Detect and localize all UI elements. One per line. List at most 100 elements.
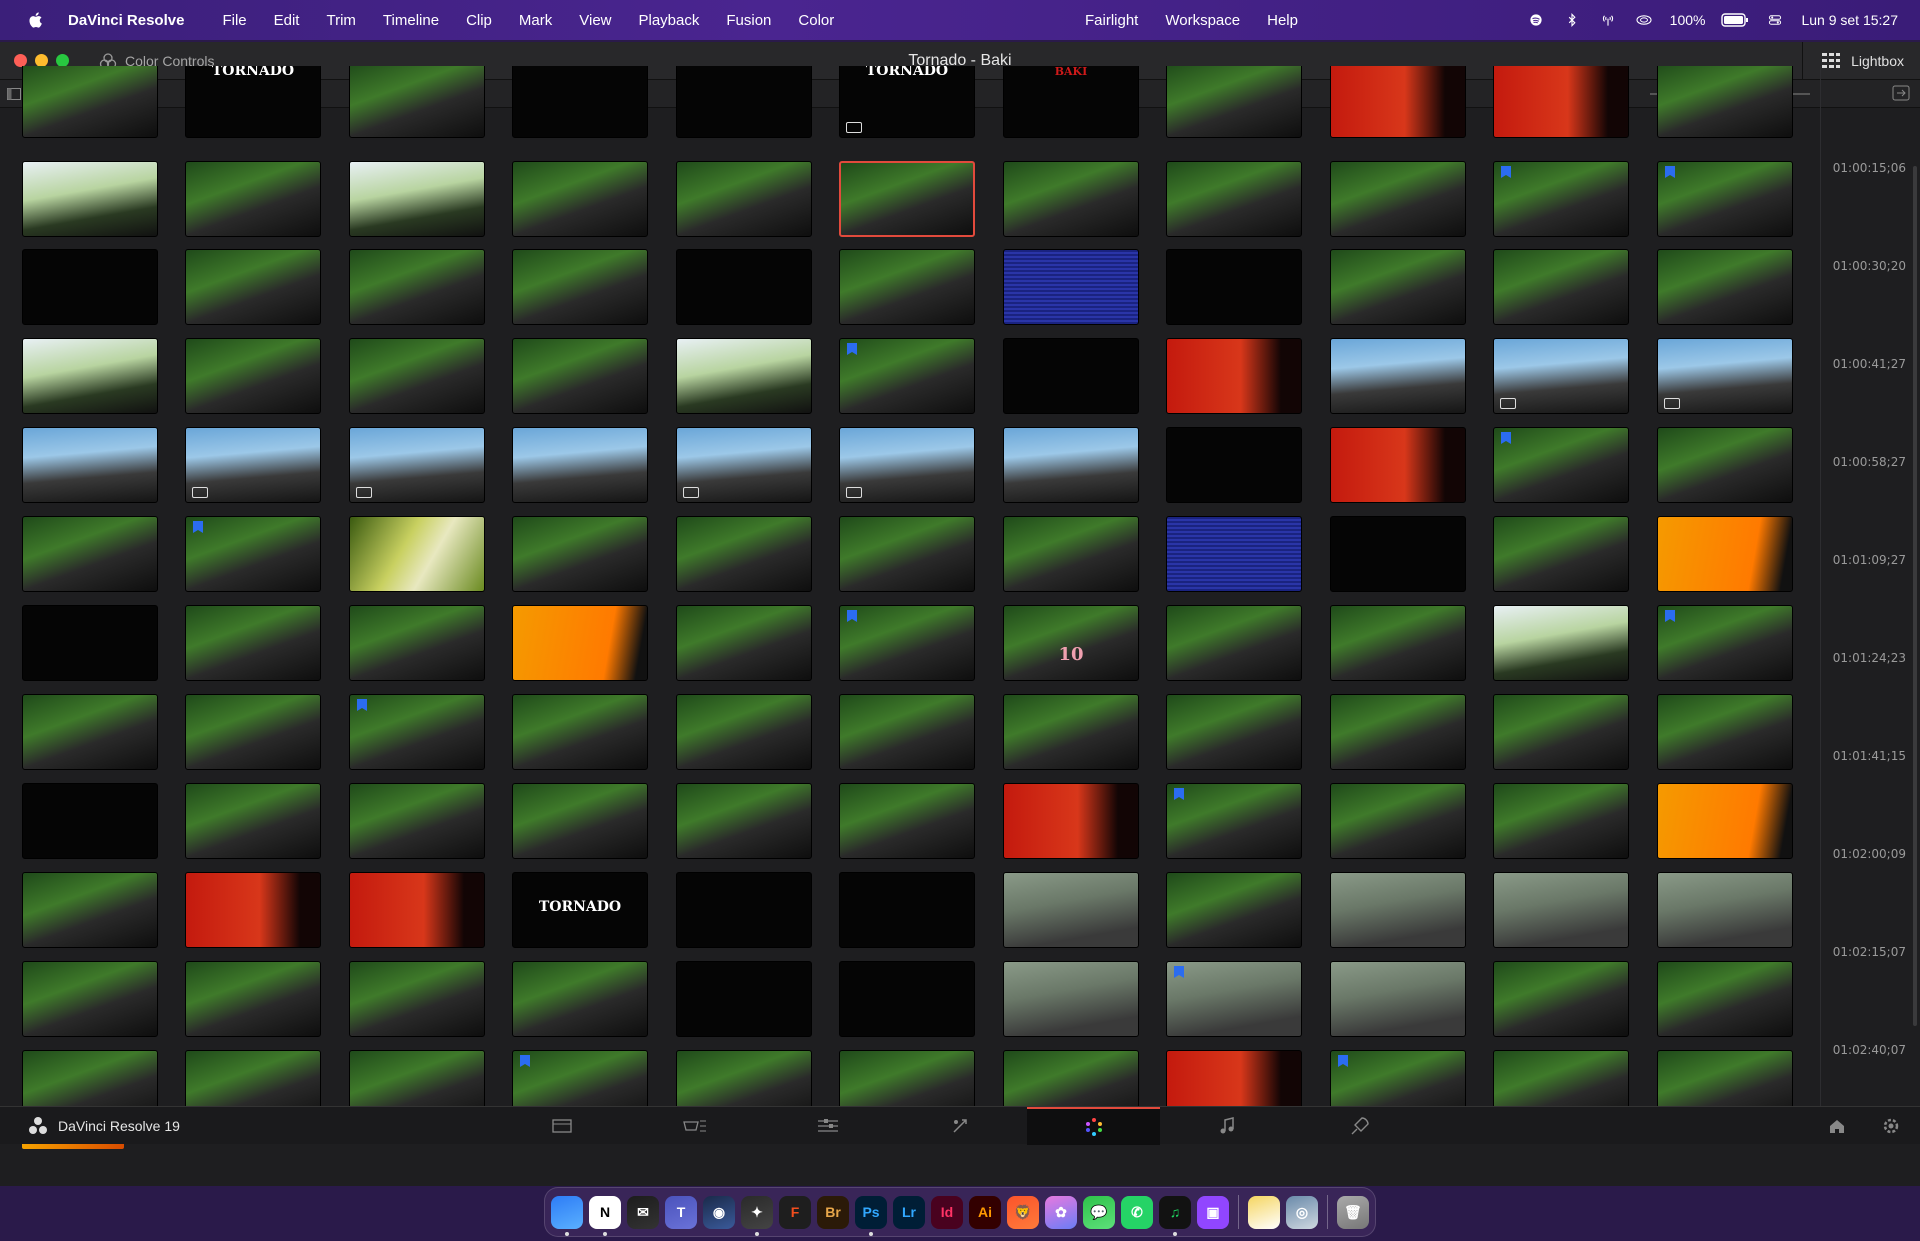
clip-thumbnail[interactable] xyxy=(839,516,975,592)
clip-thumbnail[interactable] xyxy=(676,961,812,1037)
clip-thumbnail[interactable] xyxy=(1330,161,1466,237)
clip-thumbnail[interactable] xyxy=(1657,338,1793,414)
dock-icon-app[interactable]: ✿ xyxy=(1045,1195,1077,1229)
control-center-icon[interactable] xyxy=(1765,13,1785,27)
menu-app-name[interactable]: DaVinci Resolve xyxy=(68,12,184,29)
clip-thumbnail[interactable] xyxy=(185,338,321,414)
clip-thumbnail[interactable] xyxy=(185,1050,321,1106)
dock-icon-whatsapp[interactable]: ✆ xyxy=(1121,1195,1153,1229)
clip-thumbnail[interactable] xyxy=(349,694,485,770)
clip-thumbnail[interactable] xyxy=(185,605,321,681)
dock-icon-br[interactable]: Br xyxy=(817,1195,849,1229)
clip-thumbnail[interactable] xyxy=(1657,249,1793,325)
menu-fairlight[interactable]: Fairlight xyxy=(1085,12,1138,29)
clip-thumbnail[interactable] xyxy=(1657,66,1793,138)
vertical-scrollbar[interactable] xyxy=(1913,166,1917,1026)
clip-thumbnail[interactable] xyxy=(676,249,812,325)
clip-thumbnail[interactable] xyxy=(1330,694,1466,770)
dock-icon-mail[interactable]: ✉ xyxy=(627,1195,659,1229)
clip-thumbnail[interactable] xyxy=(22,66,158,138)
clip-thumbnail[interactable] xyxy=(1493,161,1629,237)
cloud-sync-icon[interactable] xyxy=(1634,13,1654,27)
dock-icon-id[interactable]: Id xyxy=(931,1195,963,1229)
clip-thumbnail[interactable] xyxy=(22,783,158,859)
clip-thumbnail[interactable] xyxy=(1657,961,1793,1037)
menu-mark[interactable]: Mark xyxy=(519,12,552,29)
clip-thumbnail[interactable] xyxy=(676,605,812,681)
clip-thumbnail[interactable] xyxy=(1003,338,1139,414)
clip-thumbnail[interactable] xyxy=(839,161,975,237)
clip-thumbnail[interactable] xyxy=(1166,783,1302,859)
tab-edit[interactable] xyxy=(761,1107,894,1145)
dock-icon-notion[interactable]: N xyxy=(589,1195,621,1236)
battery-icon[interactable] xyxy=(1721,13,1749,27)
clip-thumbnail[interactable] xyxy=(839,1050,975,1106)
clip-thumbnail[interactable] xyxy=(1493,605,1629,681)
dock-icon-ps[interactable]: Ps xyxy=(855,1195,887,1236)
clip-thumbnail[interactable] xyxy=(22,161,158,237)
menu-view[interactable]: View xyxy=(579,12,611,29)
clip-thumbnail[interactable] xyxy=(349,1050,485,1106)
clip-thumbnail[interactable] xyxy=(1003,1050,1139,1106)
clip-thumbnail[interactable] xyxy=(22,961,158,1037)
clip-thumbnail[interactable] xyxy=(1330,872,1466,948)
dock-icon-ai[interactable]: Ai xyxy=(969,1195,1001,1229)
clip-thumbnail[interactable] xyxy=(1166,961,1302,1037)
clock[interactable]: Lun 9 set 15:27 xyxy=(1801,12,1898,28)
clip-thumbnail[interactable] xyxy=(1003,783,1139,859)
clip-thumbnail[interactable] xyxy=(1330,783,1466,859)
dock-icon-teams[interactable]: T xyxy=(665,1195,697,1229)
clip-thumbnail[interactable] xyxy=(512,338,648,414)
clip-thumbnail[interactable] xyxy=(349,516,485,592)
clip-thumbnail[interactable] xyxy=(22,605,158,681)
dock-icon-lr[interactable]: Lr xyxy=(893,1195,925,1229)
clip-thumbnail[interactable] xyxy=(349,872,485,948)
clip-thumbnail[interactable] xyxy=(839,427,975,503)
menu-clip[interactable]: Clip xyxy=(466,12,492,29)
clip-thumbnail[interactable] xyxy=(676,516,812,592)
clip-thumbnail[interactable] xyxy=(1657,427,1793,503)
clip-thumbnail[interactable] xyxy=(839,338,975,414)
clip-thumbnail[interactable] xyxy=(839,783,975,859)
clip-thumbnail[interactable] xyxy=(1493,516,1629,592)
clip-thumbnail[interactable] xyxy=(676,783,812,859)
dock-icon-messages[interactable]: 💬 xyxy=(1083,1195,1115,1229)
clip-thumbnail[interactable] xyxy=(22,1050,158,1106)
clip-thumbnail[interactable] xyxy=(676,694,812,770)
clip-thumbnail[interactable] xyxy=(185,161,321,237)
clip-thumbnail[interactable] xyxy=(1330,427,1466,503)
clip-thumbnail[interactable] xyxy=(1330,66,1466,138)
clip-thumbnail[interactable] xyxy=(1166,249,1302,325)
clip-thumbnail[interactable] xyxy=(22,694,158,770)
clip-thumbnail[interactable] xyxy=(185,783,321,859)
clip-thumbnail[interactable] xyxy=(1330,1050,1466,1106)
clip-thumbnail[interactable] xyxy=(185,694,321,770)
clip-thumbnail[interactable] xyxy=(512,516,648,592)
clip-thumbnail[interactable] xyxy=(1003,161,1139,237)
tab-media[interactable] xyxy=(495,1107,628,1145)
clip-thumbnail[interactable] xyxy=(839,872,975,948)
clip-thumbnail[interactable] xyxy=(349,249,485,325)
clip-thumbnail[interactable] xyxy=(1166,694,1302,770)
clip-thumbnail[interactable] xyxy=(1003,872,1139,948)
dock-icon-davinci-resolve[interactable]: ✦ xyxy=(741,1195,773,1236)
clip-thumbnail[interactable] xyxy=(1657,872,1793,948)
menu-help[interactable]: Help xyxy=(1267,12,1298,29)
clip-thumbnail[interactable] xyxy=(1493,694,1629,770)
clip-thumbnail[interactable] xyxy=(512,605,648,681)
dock-icon-finder[interactable] xyxy=(551,1195,583,1236)
clip-thumbnail[interactable] xyxy=(512,427,648,503)
clip-thumbnail[interactable]: TORNADO xyxy=(839,66,975,138)
clip-thumbnail[interactable] xyxy=(185,427,321,503)
clip-thumbnail[interactable] xyxy=(1166,427,1302,503)
clip-thumbnail[interactable] xyxy=(839,249,975,325)
clip-thumbnail[interactable] xyxy=(1003,516,1139,592)
clip-thumbnail[interactable] xyxy=(676,338,812,414)
clip-thumbnail[interactable] xyxy=(676,872,812,948)
clip-thumbnail[interactable] xyxy=(512,1050,648,1106)
dock-icon-trash[interactable]: 🗑 xyxy=(1336,1195,1369,1229)
clip-thumbnail[interactable] xyxy=(1003,694,1139,770)
clip-thumbnail[interactable] xyxy=(839,605,975,681)
clip-thumbnail[interactable] xyxy=(349,66,485,138)
clip-thumbnail[interactable] xyxy=(1657,161,1793,237)
